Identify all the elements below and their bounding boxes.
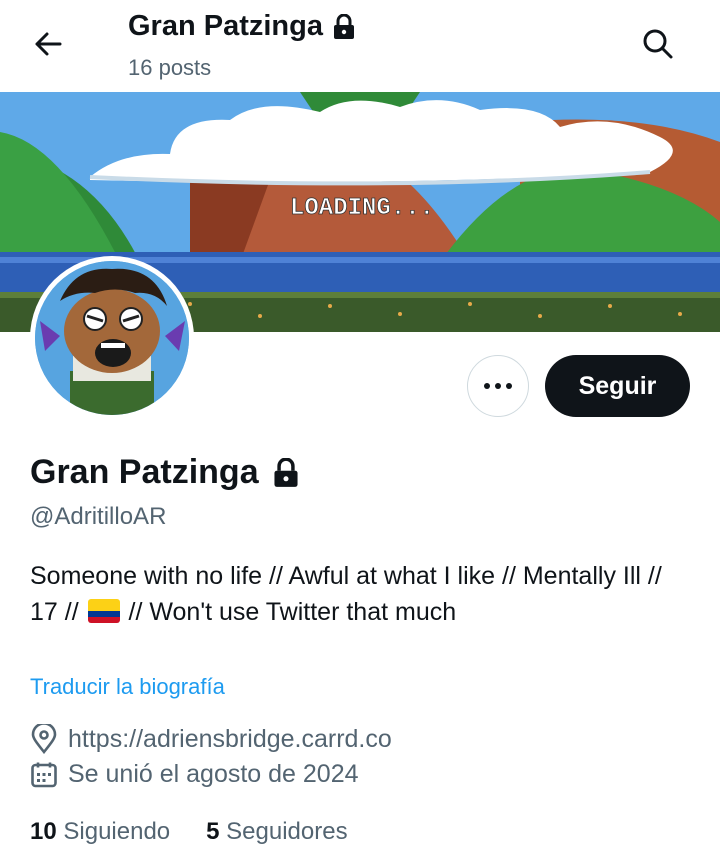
calendar-icon [31,762,57,787]
avatar[interactable] [30,256,194,420]
lock-icon [274,457,298,487]
followers-count: 5 [206,818,220,845]
more-dots-icon [484,383,512,389]
colombia-flag-icon [87,599,120,623]
search-icon [643,29,673,59]
avatar-image [35,261,189,415]
top-bar: Gran Patzinga 16 posts [0,0,720,92]
header-name: Gran Patzinga [128,10,323,42]
banner-loading-text: LOADING... [290,195,434,222]
more-options-button[interactable] [467,355,529,417]
following-link[interactable]: 10 Siguiendo [30,818,170,846]
joined-date: Se unió el agosto de 2024 [68,760,359,788]
arrow-left-icon [35,32,62,56]
translate-bio-link[interactable]: Traducir la biografía [30,674,225,700]
posts-count: 16 posts [128,55,212,80]
profile-name: Gran Patzinga [30,453,299,492]
website-row: https://adriensbridge.carrd.co [30,724,392,754]
website-link[interactable]: https://adriensbridge.carrd.co [68,725,392,754]
bio-text-2: // Won't use Twitter that much [121,598,457,626]
search-button[interactable] [640,26,676,62]
follow-button[interactable]: Seguir [545,355,690,417]
following-count: 10 [30,818,57,845]
header-title: Gran Patzinga [128,10,355,43]
display-name: Gran Patzinga [30,453,259,491]
location-icon [31,724,57,754]
joined-row: Se unió el agosto de 2024 [30,760,359,789]
followers-link[interactable]: 5 Seguidores [206,818,347,846]
back-button[interactable] [30,26,66,62]
profile-bio: Someone with no life // Awful at what I … [30,558,670,630]
lock-icon [334,13,354,39]
followers-label: Seguidores [226,818,348,845]
follow-stats: 10 Siguiendo 5 Seguidores [30,818,348,846]
following-label: Siguiendo [63,818,171,845]
profile-handle: @AdritilloAR [30,503,167,530]
